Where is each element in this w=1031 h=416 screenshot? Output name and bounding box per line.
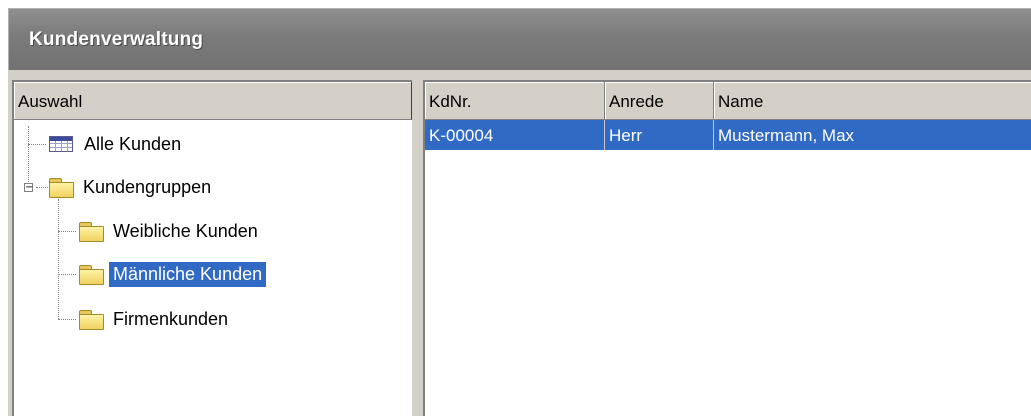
cell-kdnr: K-00004 [425,120,605,150]
tree-item-label: Firmenkunden [113,308,229,329]
folder-icon [78,221,104,242]
tree-item-kundengruppen[interactable]: Kundengruppen [48,173,215,201]
column-header-label: Name [718,92,764,111]
toolbar-strip [8,70,1031,80]
tree-item-firmenkunden[interactable]: Firmenkunden [78,305,232,333]
tree-item-label: Männliche Kunden [109,261,267,287]
panel-splitter[interactable] [412,80,423,416]
folder-icon [78,309,104,330]
tree-item-maennliche-kunden[interactable]: Männliche Kunden [78,260,267,288]
tree-item-weibliche-kunden[interactable]: Weibliche Kunden [78,217,262,245]
tree-line [28,126,29,186]
cell-text: K-00004 [429,126,494,145]
tree-line [58,274,76,275]
cell-text: Mustermann, Max [718,126,855,145]
tree-panel: Auswahl Alle Kunden − Kundengruppen Weib… [12,80,412,416]
folder-icon [78,264,104,285]
grid-header: KdNr. Anrede Name [425,82,1031,120]
tree-item-label: Alle Kunden [84,133,182,154]
tree-item-label: Kundengruppen [83,176,212,197]
tree-line [58,199,59,319]
cell-name: Mustermann, Max [714,120,1031,150]
window-title: Kundenverwaltung [29,29,204,50]
title-bar: Kundenverwaltung [8,8,1031,70]
column-header-label: Anrede [609,92,664,111]
customer-grid: KdNr. Anrede Name K-00004 Herr Musterman… [423,80,1031,416]
app-window: Kundenverwaltung Auswahl Alle Kunden − K… [8,8,1031,416]
tree-item-alle-kunden[interactable]: Alle Kunden [48,130,185,158]
tree-header-label: Auswahl [18,92,83,111]
table-icon [48,134,74,154]
tree-header[interactable]: Auswahl [14,82,412,120]
cell-anrede: Herr [605,120,714,150]
table-row[interactable]: K-00004 Herr Mustermann, Max [425,120,1031,150]
column-header-anrede[interactable]: Anrede [605,82,714,120]
column-header-name[interactable]: Name [714,82,1031,120]
cell-text: Herr [609,126,643,145]
tree-line [58,319,76,320]
collapse-toggle-icon[interactable]: − [24,183,33,193]
tree-line [36,187,48,188]
tree-line [28,144,46,145]
column-header-kdnr[interactable]: KdNr. [425,82,605,120]
folder-icon [48,177,74,198]
tree-line [58,231,76,232]
group-tree: Alle Kunden − Kundengruppen Weibliche Ku… [14,120,412,416]
column-header-label: KdNr. [429,92,472,111]
tree-item-label: Weibliche Kunden [113,220,258,241]
